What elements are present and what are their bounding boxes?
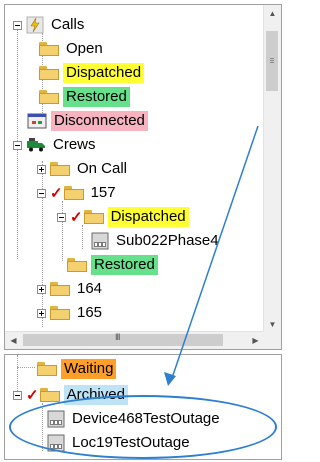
annotation-ellipse	[9, 395, 277, 459]
horizontal-scroll-thumb[interactable]: III	[23, 332, 223, 346]
expand-icon[interactable]	[37, 308, 46, 318]
crew-157-restored-label: Restored	[91, 255, 158, 275]
folder-icon	[63, 186, 84, 200]
folder-icon	[39, 42, 59, 56]
scroll-up-icon[interactable]: ▲	[264, 5, 281, 22]
folder-icon	[50, 306, 70, 320]
crew-164-label: 164	[77, 280, 103, 297]
checkmark-icon: ✓	[70, 209, 83, 226]
folder-icon	[39, 388, 60, 402]
scrollbar-corner	[264, 332, 281, 349]
tree-node-dispatched[interactable]: Dispatched	[39, 61, 145, 85]
tree-node-waiting[interactable]: Waiting	[37, 357, 117, 381]
tree-line	[17, 367, 35, 368]
scroll-right-icon[interactable]: ▶	[247, 332, 264, 349]
crew-165-label: 165	[77, 304, 103, 321]
collapse-icon[interactable]	[37, 188, 46, 198]
tree-node-crew-157-restored[interactable]: Restored	[67, 253, 158, 277]
crews-label: Crews	[53, 136, 96, 153]
tree-node-crew-157[interactable]: ✓ 157	[37, 181, 119, 205]
collapse-icon[interactable]	[13, 20, 22, 30]
folder-icon	[83, 210, 104, 224]
restored-label: Restored	[63, 87, 130, 107]
crew-tree-panel[interactable]: Calls Open Dispatched Restored Disconnec…	[4, 4, 282, 350]
vertical-scrollbar[interactable]: ▲ ▼	[263, 5, 281, 333]
tree-node-crew-157-dispatched[interactable]: ✓ Dispatched	[57, 205, 189, 229]
tree-node-on-call[interactable]: On Call	[37, 157, 130, 181]
truck-icon	[27, 138, 45, 152]
scroll-down-icon[interactable]: ▼	[264, 316, 281, 333]
collapse-icon[interactable]	[13, 390, 22, 400]
expand-icon[interactable]	[37, 164, 46, 174]
archive-tree-panel[interactable]: Waiting ✓ Archived Device468TestOutage L…	[4, 354, 282, 460]
folder-icon	[39, 66, 59, 80]
folder-icon	[67, 258, 87, 272]
lightning-icon	[26, 16, 44, 34]
folder-icon	[39, 90, 59, 104]
tree-node-device-sub022[interactable]: Sub022Phase4	[91, 229, 222, 253]
tree-node-crew-165[interactable]: 165	[37, 301, 105, 325]
disconnected-label: Disconnected	[51, 111, 148, 131]
calls-label: Calls	[51, 16, 85, 33]
crew-157-dispatched-label: Dispatched	[107, 207, 189, 227]
open-label: Open	[66, 40, 103, 57]
tree-node-crew-164[interactable]: 164	[37, 277, 105, 301]
thumb-grip: III	[115, 332, 120, 342]
dispatched-label: Dispatched	[63, 63, 145, 83]
tree-node-crews[interactable]: Crews	[13, 133, 99, 157]
sub022-label: Sub022Phase4	[116, 232, 219, 249]
folder-icon	[50, 162, 70, 176]
tree-node-calls[interactable]: Calls	[13, 13, 87, 37]
checkmark-icon: ✓	[26, 387, 39, 404]
vertical-scroll-thumb[interactable]	[266, 31, 278, 91]
disconnected-icon	[27, 113, 47, 129]
folder-icon	[37, 362, 57, 376]
expand-icon[interactable]	[37, 284, 46, 294]
tree-node-open[interactable]: Open	[39, 37, 106, 61]
crew-157-label: 157	[90, 184, 116, 201]
device-icon	[91, 232, 109, 250]
tree-node-restored[interactable]: Restored	[39, 85, 130, 109]
on-call-label: On Call	[77, 160, 128, 177]
waiting-label: Waiting	[61, 359, 117, 379]
horizontal-scrollbar[interactable]: ◀ III ▶	[5, 331, 264, 349]
collapse-icon[interactable]	[13, 140, 22, 150]
checkmark-icon: ✓	[50, 185, 63, 202]
collapse-icon[interactable]	[57, 212, 66, 222]
folder-icon	[50, 282, 70, 296]
scroll-left-icon[interactable]: ◀	[5, 332, 22, 349]
tree-node-disconnected[interactable]: Disconnected	[27, 109, 148, 133]
